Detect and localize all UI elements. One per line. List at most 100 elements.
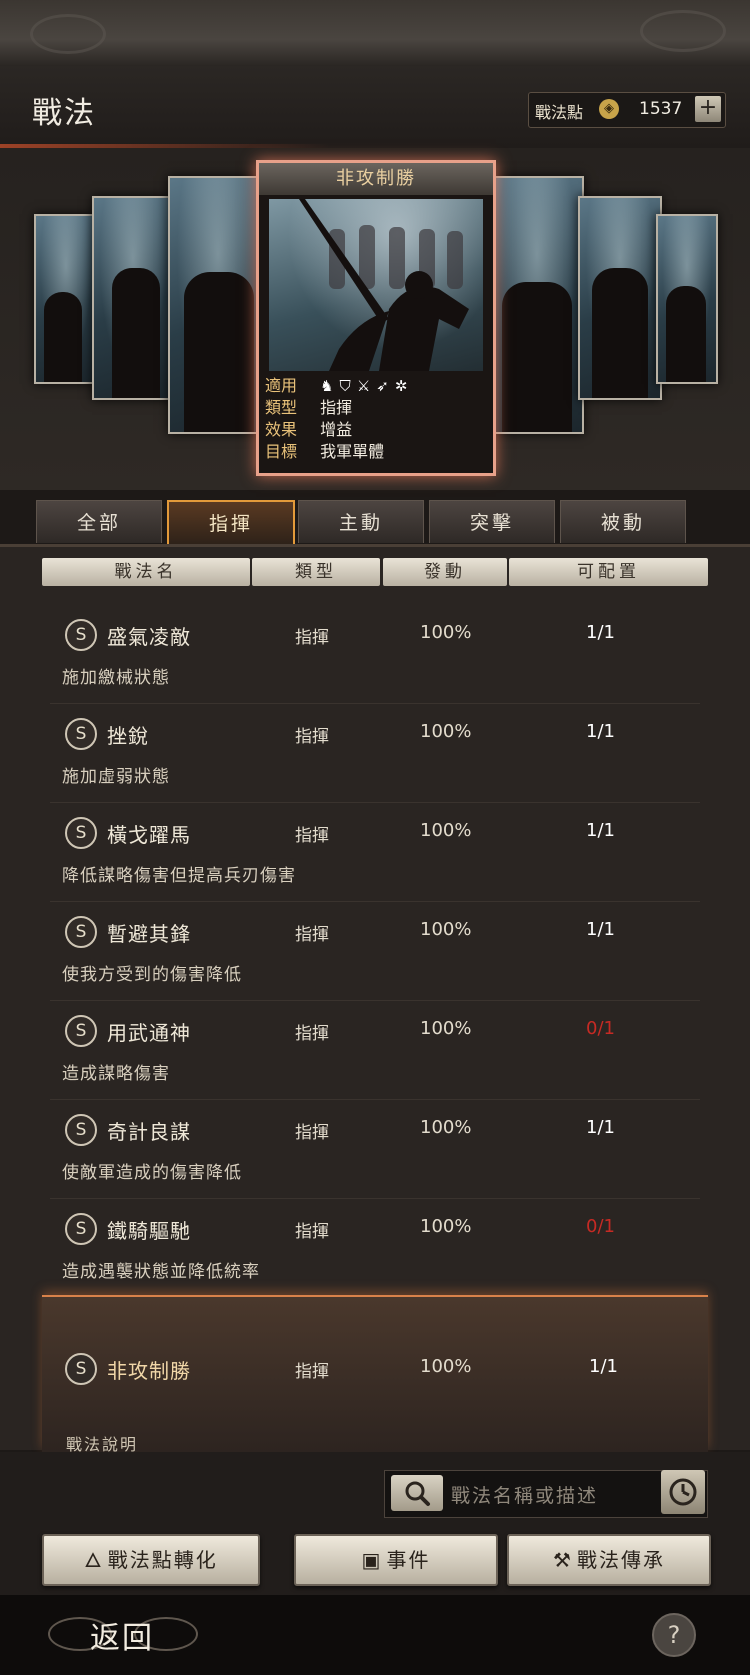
tactic-trigger-rate: 100% [420,1356,472,1377]
grade-badge: S [65,817,97,849]
tactic-points-label: 戰法點 [535,103,584,122]
hammer-icon: ⚒ [553,1548,573,1572]
search-icon [405,1481,430,1506]
coin-icon: ◈ [599,99,619,119]
tactic-description: 造成謀略傷害 [62,1064,170,1084]
search-input[interactable]: 戰法名稱或描述 [451,1481,598,1508]
tactic-card-thumbnail[interactable] [656,214,718,384]
warrior-silhouette [299,199,469,371]
tactic-name: 用武通神 [107,1021,191,1045]
search-button[interactable] [391,1475,443,1511]
tactic-card-thumbnail[interactable] [92,196,174,400]
tactic-available: 1/1 [586,622,615,643]
tactic-description: 施加虛弱狀態 [62,767,170,787]
grade-badge: S [65,1353,97,1385]
page-title: 戰法 [32,96,96,131]
tactic-card-thumbnail[interactable] [168,176,268,434]
tab-command[interactable]: 指揮 [167,500,295,544]
tactic-name: 盛氣凌敵 [107,625,191,649]
tactic-card-thumbnail[interactable] [578,196,662,400]
grade-badge: S [65,916,97,948]
tactic-row[interactable]: S 橫戈躍馬 指揮 100% 1/1 降低謀略傷害但提高兵刃傷害 [50,803,700,902]
grade-badge: S [65,619,97,651]
inherit-label: 戰法傳承 [576,1548,665,1572]
grade-badge: S [65,1213,97,1245]
tactic-type: 指揮 [295,1123,329,1143]
column-header-trigger[interactable]: 發動 [383,558,507,586]
tactic-name: 鐵騎驅馳 [107,1219,191,1243]
featured-tactic-card[interactable]: 非攻制勝 適用 ♞⛉⚔➶✲ 類型 指揮 效果 增益 目標 我軍單體 [256,160,496,476]
tactic-available: 1/1 [586,919,615,940]
tactic-row[interactable]: S 鐵騎驅馳 指揮 100% 0/1 造成遇襲狀態並降低統率 [50,1199,700,1293]
target-label: 目標 [265,442,298,461]
history-button[interactable] [661,1470,705,1514]
tactic-trigger-rate: 100% [420,1117,472,1138]
scroll-alert-icon: ▣ [361,1548,383,1572]
horse-icon: ♞ [320,377,340,395]
column-headers: 戰法名 類型 發動 可配置 [42,558,708,586]
tab-assault[interactable]: 突擊 [429,500,555,543]
clock-icon [669,1478,697,1506]
tactic-name: 橫戈躍馬 [107,823,191,847]
convert-points-label: 戰法點轉化 [107,1548,218,1572]
tactic-type: 指揮 [295,925,329,945]
tactic-row[interactable]: S 挫銳 指揮 100% 1/1 施加虛弱狀態 [50,704,700,803]
tactic-trigger-rate: 100% [420,622,472,643]
tactic-card-thumbnail[interactable] [34,214,98,384]
target-value: 我軍單體 [320,442,385,461]
applicable-label: 適用 [265,376,298,395]
tactic-row[interactable]: S 奇計良謀 指揮 100% 1/1 使敵軍造成的傷害降低 [50,1100,700,1199]
column-header-name[interactable]: 戰法名 [42,558,250,586]
crossed-swords-icon: ⚔ [356,377,377,395]
tactic-points-box: 戰法點 ◈ 1537 + [528,92,726,128]
effect-value: 增益 [320,420,353,439]
events-button[interactable]: ▣ 事件 [294,1534,498,1586]
selected-tactic-row[interactable]: S 非攻制勝 指揮 100% 1/1 戰法說明 [42,1295,708,1452]
inherit-button[interactable]: ⚒ 戰法傳承 [507,1534,711,1586]
tactic-type: 指揮 [295,826,329,846]
tactic-row[interactable]: S 盛氣凌敵 指揮 100% 1/1 施加繳械狀態 [50,605,700,704]
convert-points-button[interactable]: 🜂 戰法點轉化 [42,1534,260,1586]
column-header-type[interactable]: 類型 [252,558,380,586]
cloud-ornament [640,10,726,52]
tactic-type: 指揮 [295,1024,329,1044]
tactic-description: 使敵軍造成的傷害降低 [62,1163,242,1183]
tactic-description: 造成遇襲狀態並降低統率 [62,1262,260,1282]
tab-all[interactable]: 全部 [36,500,162,543]
tactic-artwork [269,199,483,371]
cloud-ornament [30,14,106,54]
tactic-type: 指揮 [295,628,329,648]
category-tabs: 全部 指揮 主動 突擊 被動 [36,500,716,544]
search-box[interactable]: 戰法名稱或描述 [384,1470,708,1518]
tactic-trigger-rate: 100% [420,721,472,742]
tactic-card-thumbnail[interactable] [490,176,584,434]
footer: 返回 ? [0,1595,750,1675]
tactic-trigger-rate: 100% [420,1216,472,1237]
tactic-description-label: 戰法說明 [66,1435,139,1452]
tactic-row[interactable]: S 暫避其鋒 指揮 100% 1/1 使我方受到的傷害降低 [50,902,700,1001]
help-button[interactable]: ? [652,1613,696,1657]
tactic-name: 奇計良謀 [107,1120,191,1144]
tactic-points-value: 1537 [639,99,683,119]
featured-tactic-info: 適用 ♞⛉⚔➶✲ 類型 指揮 效果 增益 目標 我軍單體 [265,375,487,463]
tactic-trigger-rate: 100% [420,1018,472,1039]
grade-badge: S [65,1114,97,1146]
grade-badge: S [65,1015,97,1047]
tactic-available: 1/1 [589,1356,618,1377]
back-button[interactable]: 返回 [48,1609,198,1656]
header: 戰法 戰法點 ◈ 1537 + [0,66,750,149]
type-value: 指揮 [320,398,353,417]
tactic-name: 暫避其鋒 [107,922,191,946]
column-header-available[interactable]: 可配置 [509,558,708,586]
tactic-list-panel: 戰法名 類型 發動 可配置 S 盛氣凌敵 指揮 100% 1/1 施加繳械狀態 … [0,547,750,1452]
effect-label: 效果 [265,420,298,439]
tab-active[interactable]: 主動 [298,500,424,543]
top-decoration [0,0,750,66]
tactic-type: 指揮 [295,1222,329,1242]
add-points-button[interactable]: + [695,96,721,122]
tab-passive[interactable]: 被動 [560,500,686,543]
tactic-type: 指揮 [295,727,329,747]
tactic-card-carousel[interactable]: 非攻制勝 適用 ♞⛉⚔➶✲ 類型 指揮 效果 增益 目標 我軍單體 [0,148,750,490]
tactic-row[interactable]: S 用武通神 指揮 100% 0/1 造成謀略傷害 [50,1001,700,1100]
shield-icon: ⛉ [339,377,357,395]
